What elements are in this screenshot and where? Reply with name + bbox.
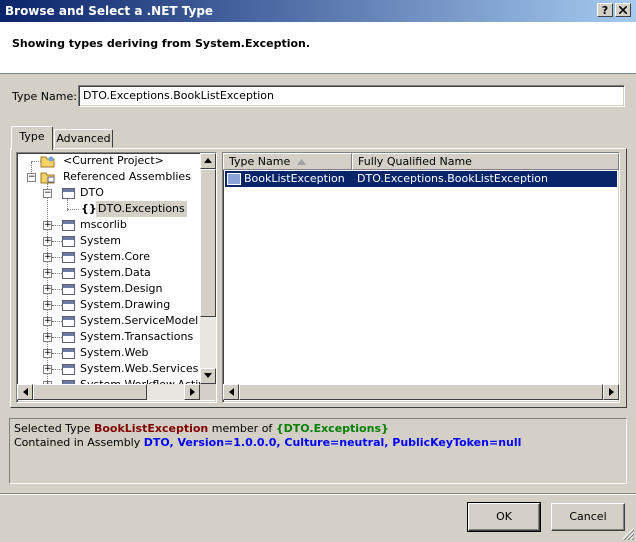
assembly-icon (62, 348, 75, 359)
assembly-icon (62, 364, 75, 375)
list-hscroll-thumb[interactable] (239, 384, 603, 400)
arrow-right-icon (189, 388, 195, 396)
expand-toggle[interactable]: + (43, 317, 52, 326)
list-scroll-left-button[interactable] (223, 384, 239, 400)
title-bar[interactable]: Browse and Select a .NET Type ? (0, 0, 636, 22)
assembly-label: System.Web (80, 346, 149, 359)
assembly-icon (62, 220, 75, 231)
tree-scroll-up-button[interactable] (200, 153, 216, 169)
expand-toggle[interactable]: + (43, 333, 52, 342)
tree-scroll-right-button[interactable] (184, 384, 200, 400)
tree-hscroll-thumb[interactable] (33, 384, 147, 400)
tree-scroll-thumb[interactable] (200, 169, 216, 317)
selected-assembly: DTO, Version=1.0.0.0, Culture=neutral, P… (143, 436, 522, 449)
assembly-label: System.Core (80, 250, 150, 263)
type-list-view[interactable]: Type Name Fully Qualified Name BookListE… (222, 152, 620, 403)
arrow-left-icon (22, 388, 28, 396)
list-scroll-right-button[interactable] (603, 384, 619, 400)
dialog-header: Showing types deriving from System.Excep… (0, 22, 636, 74)
separator (0, 493, 636, 495)
assembly-icon (62, 236, 75, 247)
assembly-icon (62, 284, 75, 295)
references-folder-icon (40, 171, 55, 184)
assembly-label: mscorlib (80, 218, 127, 231)
tab-type[interactable]: Type (11, 126, 53, 150)
close-icon (618, 5, 628, 15)
assembly-icon (62, 300, 75, 311)
scroll-corner (200, 384, 216, 400)
collapse-toggle-referenced[interactable]: − (27, 173, 36, 182)
window-title: Browse and Select a .NET Type (5, 4, 214, 18)
expand-toggle[interactable]: + (43, 301, 52, 310)
assembly-icon (62, 188, 75, 199)
expand-toggle[interactable]: + (43, 365, 52, 374)
tab-advanced[interactable]: Advanced (54, 129, 113, 148)
tree-view[interactable]: <Current Project> − Referenced Assemblie… (16, 152, 217, 403)
assembly-label: System.Design (80, 282, 163, 295)
assembly-label: System.Web.Services (80, 362, 199, 375)
expand-toggle[interactable]: + (43, 285, 52, 294)
expand-toggle[interactable]: + (43, 269, 52, 278)
assembly-label: System.Drawing (80, 298, 171, 311)
column-header-qualified-name[interactable]: Fully Qualified Name (352, 153, 619, 170)
assembly-label: System.Workflow.Activiti (80, 377, 200, 384)
type-name-label: Type Name: (12, 90, 77, 103)
selected-type-name: BookListException (93, 422, 209, 435)
sort-ascending-icon (297, 159, 306, 165)
assembly-icon (62, 316, 75, 327)
column-header-type-name[interactable]: Type Name (223, 153, 352, 170)
arrow-left-icon (228, 388, 234, 396)
selection-info-panel: Selected Type BookListException member o… (9, 418, 627, 484)
tree-scroll-down-button[interactable] (200, 368, 216, 384)
expand-toggle[interactable]: + (43, 349, 52, 358)
header-text: Showing types deriving from System.Excep… (12, 37, 311, 50)
assembly-icon (62, 268, 75, 279)
expand-toggle[interactable]: + (43, 221, 52, 230)
namespace-icon: {} (81, 202, 97, 215)
assembly-icon (62, 252, 75, 263)
resize-grip-icon[interactable] (622, 528, 634, 540)
arrow-up-icon (204, 158, 212, 163)
table-row[interactable]: BookListException DTO.Exceptions.BookLis… (225, 171, 617, 187)
collapse-toggle-dto[interactable]: − (43, 189, 52, 198)
expand-toggle[interactable]: + (43, 253, 52, 262)
arrow-down-icon (204, 373, 212, 378)
expand-toggle[interactable]: + (43, 237, 52, 246)
arrow-right-icon (608, 388, 614, 396)
assembly-label: System.ServiceModel (80, 314, 199, 327)
ok-button[interactable]: OK (467, 502, 541, 532)
selected-namespace: {DTO.Exceptions} (275, 422, 389, 435)
project-folder-icon (40, 155, 55, 168)
tree-scroll-left-button[interactable] (17, 384, 33, 400)
assembly-label: System.Transactions (80, 330, 194, 343)
help-button[interactable]: ? (597, 3, 613, 17)
close-button[interactable] (615, 3, 631, 17)
assembly-label: System (80, 234, 122, 247)
cancel-button[interactable]: Cancel (551, 503, 625, 531)
type-name-input[interactable]: DTO.Exceptions.BookListException (78, 85, 625, 107)
assembly-icon (62, 332, 75, 343)
class-icon (227, 173, 241, 185)
assembly-label: System.Data (80, 266, 151, 279)
